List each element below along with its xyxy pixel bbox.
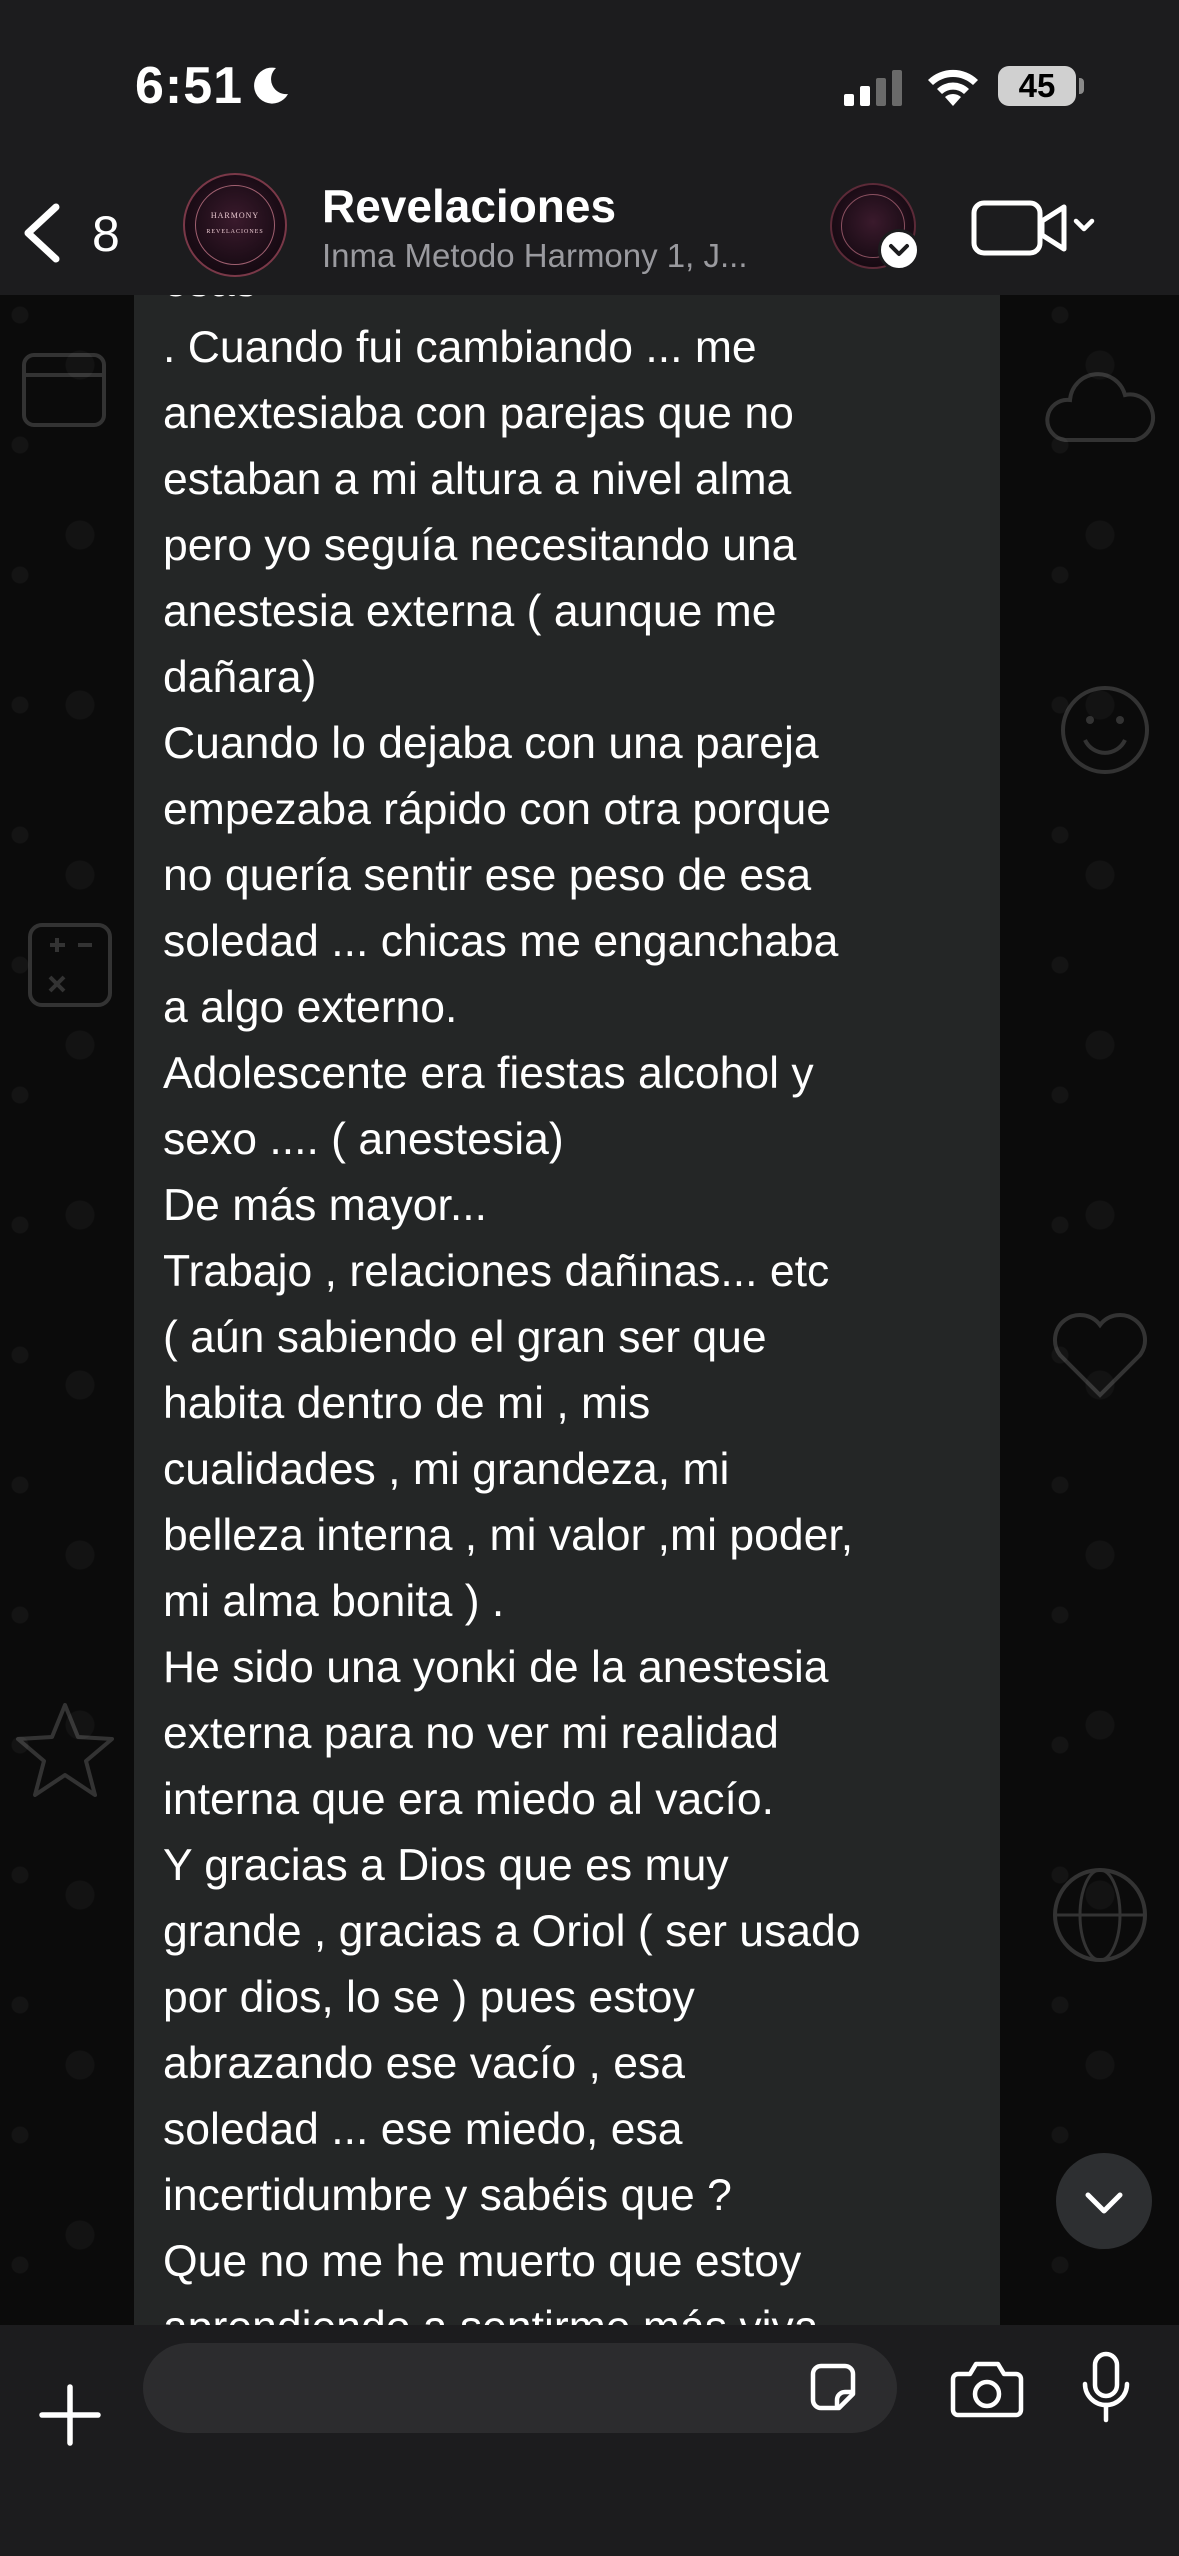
wallpaper-globe-icon — [1053, 1868, 1147, 1962]
message-line: externa para no ver mi realidad — [163, 1709, 779, 1758]
message-line: He sido una yonki de la anestesia — [163, 1643, 829, 1692]
unread-count: 8 — [92, 206, 120, 262]
scroll-down-button[interactable] — [1056, 2153, 1152, 2249]
group-members[interactable]: Inma Metodo Harmony 1, J... — [322, 237, 748, 275]
sticker-icon[interactable] — [805, 2360, 861, 2416]
wallpaper-cloud-icon — [1045, 372, 1156, 442]
message-line: grande , gracias a Oriol ( ser usado — [163, 1907, 861, 1956]
message-line: Y gracias a Dios que es muy — [163, 1841, 729, 1890]
message-line: mi alma bonita ) . — [163, 1577, 505, 1626]
message-line: soledad ... ese miedo, esa — [163, 2105, 683, 2154]
message-line: ( aún sabiendo el gran ser que — [163, 1313, 767, 1362]
chat-area[interactable]: esas . Cuando fui cambiando ... me anextes… — [0, 295, 1179, 2325]
message-line: cualidades , mi grandeza, mi — [163, 1445, 730, 1494]
message-line: interna que era miedo al vacío. — [163, 1775, 775, 1824]
plus-icon[interactable] — [38, 2383, 102, 2447]
status-time: 6:51 — [135, 57, 244, 115]
chat-header: 8 HARMONY REVELACIONES Revelaciones Inma… — [0, 165, 1179, 295]
message-line: belleza interna , mi valor ,mi poder, — [163, 1511, 854, 1560]
message-line: abrazando ese vacío , esa — [163, 2039, 685, 2088]
chevron-down-icon — [1085, 2192, 1123, 2214]
battery-level: 45 — [1018, 67, 1056, 104]
group-avatar[interactable]: HARMONY REVELACIONES — [183, 173, 287, 277]
message-line: Trabajo , relaciones dañinas... etc — [163, 1247, 830, 1296]
chevron-down-icon — [889, 244, 909, 256]
back-chevron-icon — [24, 203, 60, 263]
message-line: Que no me he muerto que estoy — [163, 2237, 802, 2286]
message-line: anestesia externa ( aunque me — [163, 587, 777, 636]
wallpaper-star-icon — [16, 1703, 114, 1797]
message-line: pero yo seguía necesitando una — [163, 521, 797, 570]
message-line: aprendiendo a sentirme más viva — [163, 2295, 993, 2325]
message-text: esas . Cuando fui cambiando ... me anextes… — [163, 295, 993, 2325]
microphone-icon[interactable] — [1080, 2350, 1132, 2426]
message-line: incertidumbre y sabéis que ? — [163, 2171, 732, 2220]
message-line: por dios, lo se ) pues estoy — [163, 1973, 695, 2022]
chat-screen: 6:51 45 8 HARMONY REVELACIONES Revelacio… — [0, 0, 1179, 2556]
group-title[interactable]: Revelaciones — [322, 179, 616, 233]
wifi-icon — [928, 69, 978, 106]
chevron-badge-icon — [878, 229, 920, 271]
message-line: soledad ... chicas me enganchaba — [163, 917, 839, 966]
message-line: sexo .... ( anestesia) — [163, 1115, 564, 1164]
message-line: no quería sentir ese peso de esa — [163, 851, 812, 900]
avatar-brand: HARMONY — [210, 211, 260, 220]
wallpaper-heart-icon — [1053, 1313, 1147, 1398]
battery-tip — [1079, 78, 1084, 94]
video-call-button[interactable] — [970, 193, 1100, 263]
message-line: dañara) — [163, 653, 317, 702]
message-line: Cuando lo dejaba con una pareja — [163, 719, 819, 768]
back-button[interactable]: 8 — [20, 195, 140, 265]
moon-icon — [254, 67, 288, 104]
wallpaper-calculator-icon — [28, 923, 112, 1007]
message-line: Adolescente era fiestas alcohol y — [163, 1049, 814, 1098]
message-line: estaban a mi altura a nivel alma — [163, 455, 792, 504]
message-line: a algo externo. — [163, 983, 458, 1032]
video-camera-icon — [971, 200, 1095, 256]
signal-icon — [844, 70, 902, 106]
message-line: anextesiaba con parejas que no — [163, 389, 794, 438]
avatar-ring — [195, 185, 275, 265]
message-line: esas — [163, 295, 993, 315]
battery-icon: 45 — [998, 66, 1076, 106]
camera-icon[interactable] — [950, 2358, 1024, 2418]
wallpaper-calendar-icon — [22, 353, 106, 427]
message-line: empezaba rápido con otra porque — [163, 785, 831, 834]
home-indicator — [451, 2515, 729, 2525]
avatar-brand-sub: REVELACIONES — [206, 229, 264, 235]
status-bar: 6:51 45 — [0, 0, 1179, 175]
message-input[interactable] — [143, 2343, 897, 2433]
message-line: habita dentro de mi , mis — [163, 1379, 651, 1428]
wallpaper-smiley-icon — [1061, 686, 1149, 774]
message-line: De más mayor... — [163, 1181, 487, 1230]
message-line: . Cuando fui cambiando ... me — [163, 323, 757, 372]
